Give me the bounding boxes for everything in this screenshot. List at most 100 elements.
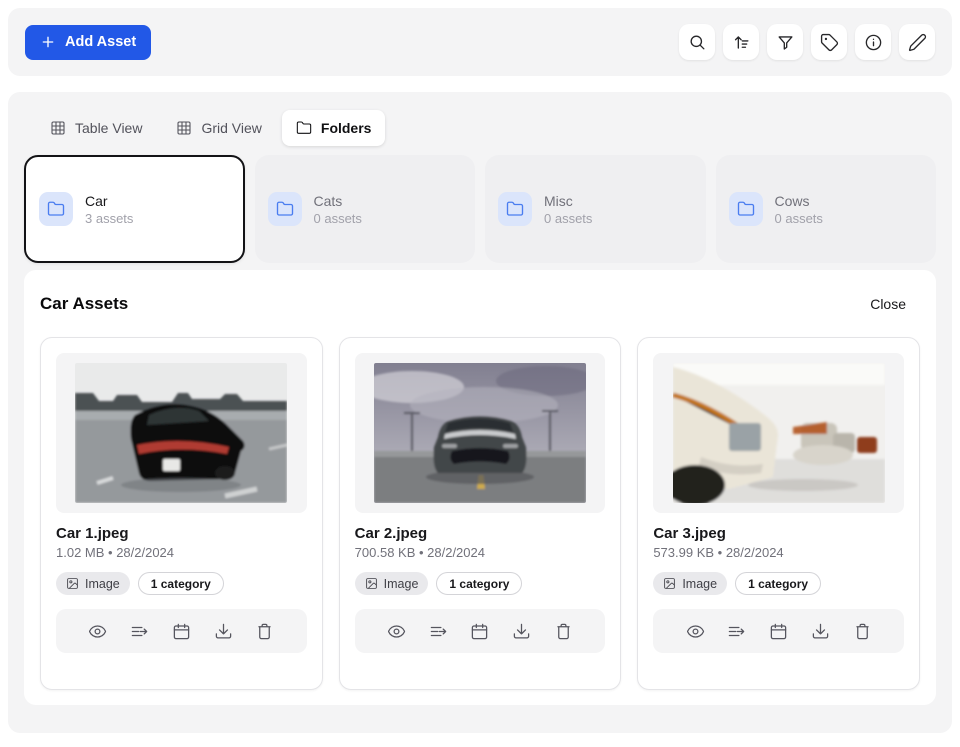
asset-meta: 700.58 KB • 28/2/2024	[355, 545, 606, 560]
type-badge: Image	[355, 572, 429, 595]
tab-folders-label: Folders	[321, 120, 372, 136]
type-badge-label: Image	[384, 577, 419, 591]
delete-button[interactable]	[549, 617, 577, 645]
add-asset-button[interactable]: Add Asset	[25, 25, 151, 60]
folder-card-car[interactable]: Car 3 assets	[24, 155, 245, 263]
toolbar-icon-group	[679, 24, 935, 60]
trash-icon	[255, 622, 274, 641]
schedule-button[interactable]	[466, 617, 494, 645]
download-button[interactable]	[209, 617, 237, 645]
folder-name: Cats	[314, 192, 362, 210]
calendar-icon	[172, 622, 191, 641]
asset-actions	[355, 609, 606, 653]
asset-thumbnail[interactable]	[355, 353, 606, 513]
tag-button[interactable]	[811, 24, 847, 60]
folder-name: Misc	[544, 192, 592, 210]
delete-button[interactable]	[848, 617, 876, 645]
category-badge[interactable]: 1 category	[436, 572, 522, 595]
asset-card-car3: Car 3.jpeg 573.99 KB • 28/2/2024 Image 1…	[637, 337, 920, 690]
asset-card-car2: Car 2.jpeg 700.58 KB • 28/2/2024 Image 1…	[339, 337, 622, 690]
image-icon	[365, 577, 378, 590]
folder-card-misc[interactable]: Misc 0 assets	[485, 155, 706, 263]
move-button[interactable]	[126, 617, 154, 645]
category-badge-label: 1 category	[748, 577, 808, 591]
asset-filename: Car 2.jpeg	[355, 525, 606, 542]
preview-button[interactable]	[681, 617, 709, 645]
image-icon	[66, 577, 79, 590]
sort-ascending-icon	[732, 33, 751, 52]
info-button[interactable]	[855, 24, 891, 60]
download-button[interactable]	[508, 617, 536, 645]
edit-button[interactable]	[899, 24, 935, 60]
download-button[interactable]	[806, 617, 834, 645]
assets-panel-title: Car Assets	[40, 294, 128, 314]
folder-icon	[506, 200, 524, 218]
download-icon	[512, 622, 531, 641]
top-toolbar: Add Asset	[8, 8, 952, 76]
asset-meta: 1.02 MB • 28/2/2024	[56, 545, 307, 560]
folder-icon-badge	[268, 192, 302, 226]
trash-icon	[554, 622, 573, 641]
move-to-list-icon	[727, 622, 746, 641]
plus-icon	[40, 34, 56, 50]
asset-card-car1: Car 1.jpeg 1.02 MB • 28/2/2024 Image 1 c…	[40, 337, 323, 690]
eye-icon	[387, 622, 406, 641]
asset-thumbnail[interactable]	[56, 353, 307, 513]
folder-icon-badge	[39, 192, 73, 226]
image-icon	[663, 577, 676, 590]
category-badge[interactable]: 1 category	[138, 572, 224, 595]
type-badge-label: Image	[682, 577, 717, 591]
tag-icon	[820, 33, 839, 52]
assets-header: Car Assets Close	[40, 294, 920, 314]
calendar-icon	[470, 622, 489, 641]
delete-button[interactable]	[251, 617, 279, 645]
preview-button[interactable]	[382, 617, 410, 645]
info-icon	[864, 33, 883, 52]
folder-asset-count: 0 assets	[775, 211, 823, 226]
folder-icon-badge	[729, 192, 763, 226]
folder-asset-count: 0 assets	[544, 211, 592, 226]
move-button[interactable]	[424, 617, 452, 645]
move-to-list-icon	[130, 622, 149, 641]
folder-icon	[276, 200, 294, 218]
filter-button[interactable]	[767, 24, 803, 60]
asset-badges: Image 1 category	[56, 572, 307, 595]
filter-icon	[776, 33, 795, 52]
table-grid-icon	[50, 120, 66, 136]
asset-grid: Car 1.jpeg 1.02 MB • 28/2/2024 Image 1 c…	[40, 337, 920, 690]
asset-filename: Car 3.jpeg	[653, 525, 904, 542]
add-asset-label: Add Asset	[65, 34, 136, 50]
folder-list: Car 3 assets Cats 0 assets Misc 0 assets	[24, 155, 936, 263]
tab-table-view[interactable]: Table View	[36, 110, 156, 146]
folder-name: Car	[85, 192, 133, 210]
asset-meta: 573.99 KB • 28/2/2024	[653, 545, 904, 560]
download-icon	[811, 622, 830, 641]
move-button[interactable]	[723, 617, 751, 645]
view-tabs: Table View Grid View Folders	[8, 92, 952, 146]
schedule-button[interactable]	[167, 617, 195, 645]
asset-image-muscle-car-front	[374, 363, 586, 503]
tab-grid-view[interactable]: Grid View	[162, 110, 275, 146]
search-button[interactable]	[679, 24, 715, 60]
schedule-button[interactable]	[765, 617, 793, 645]
grid-icon	[176, 120, 192, 136]
trash-icon	[853, 622, 872, 641]
folder-card-cats[interactable]: Cats 0 assets	[255, 155, 476, 263]
calendar-icon	[769, 622, 788, 641]
folder-asset-count: 0 assets	[314, 211, 362, 226]
pencil-icon	[908, 33, 927, 52]
category-badge[interactable]: 1 category	[735, 572, 821, 595]
folder-card-cows[interactable]: Cows 0 assets	[716, 155, 937, 263]
asset-badges: Image 1 category	[653, 572, 904, 595]
category-badge-label: 1 category	[151, 577, 211, 591]
asset-filename: Car 1.jpeg	[56, 525, 307, 542]
asset-image-black-car-highway	[75, 363, 287, 503]
preview-button[interactable]	[84, 617, 112, 645]
type-badge: Image	[56, 572, 130, 595]
tab-grid-view-label: Grid View	[201, 120, 261, 136]
asset-thumbnail[interactable]	[653, 353, 904, 513]
tab-folders[interactable]: Folders	[282, 110, 386, 146]
sort-button[interactable]	[723, 24, 759, 60]
close-button[interactable]: Close	[870, 296, 920, 312]
type-badge: Image	[653, 572, 727, 595]
